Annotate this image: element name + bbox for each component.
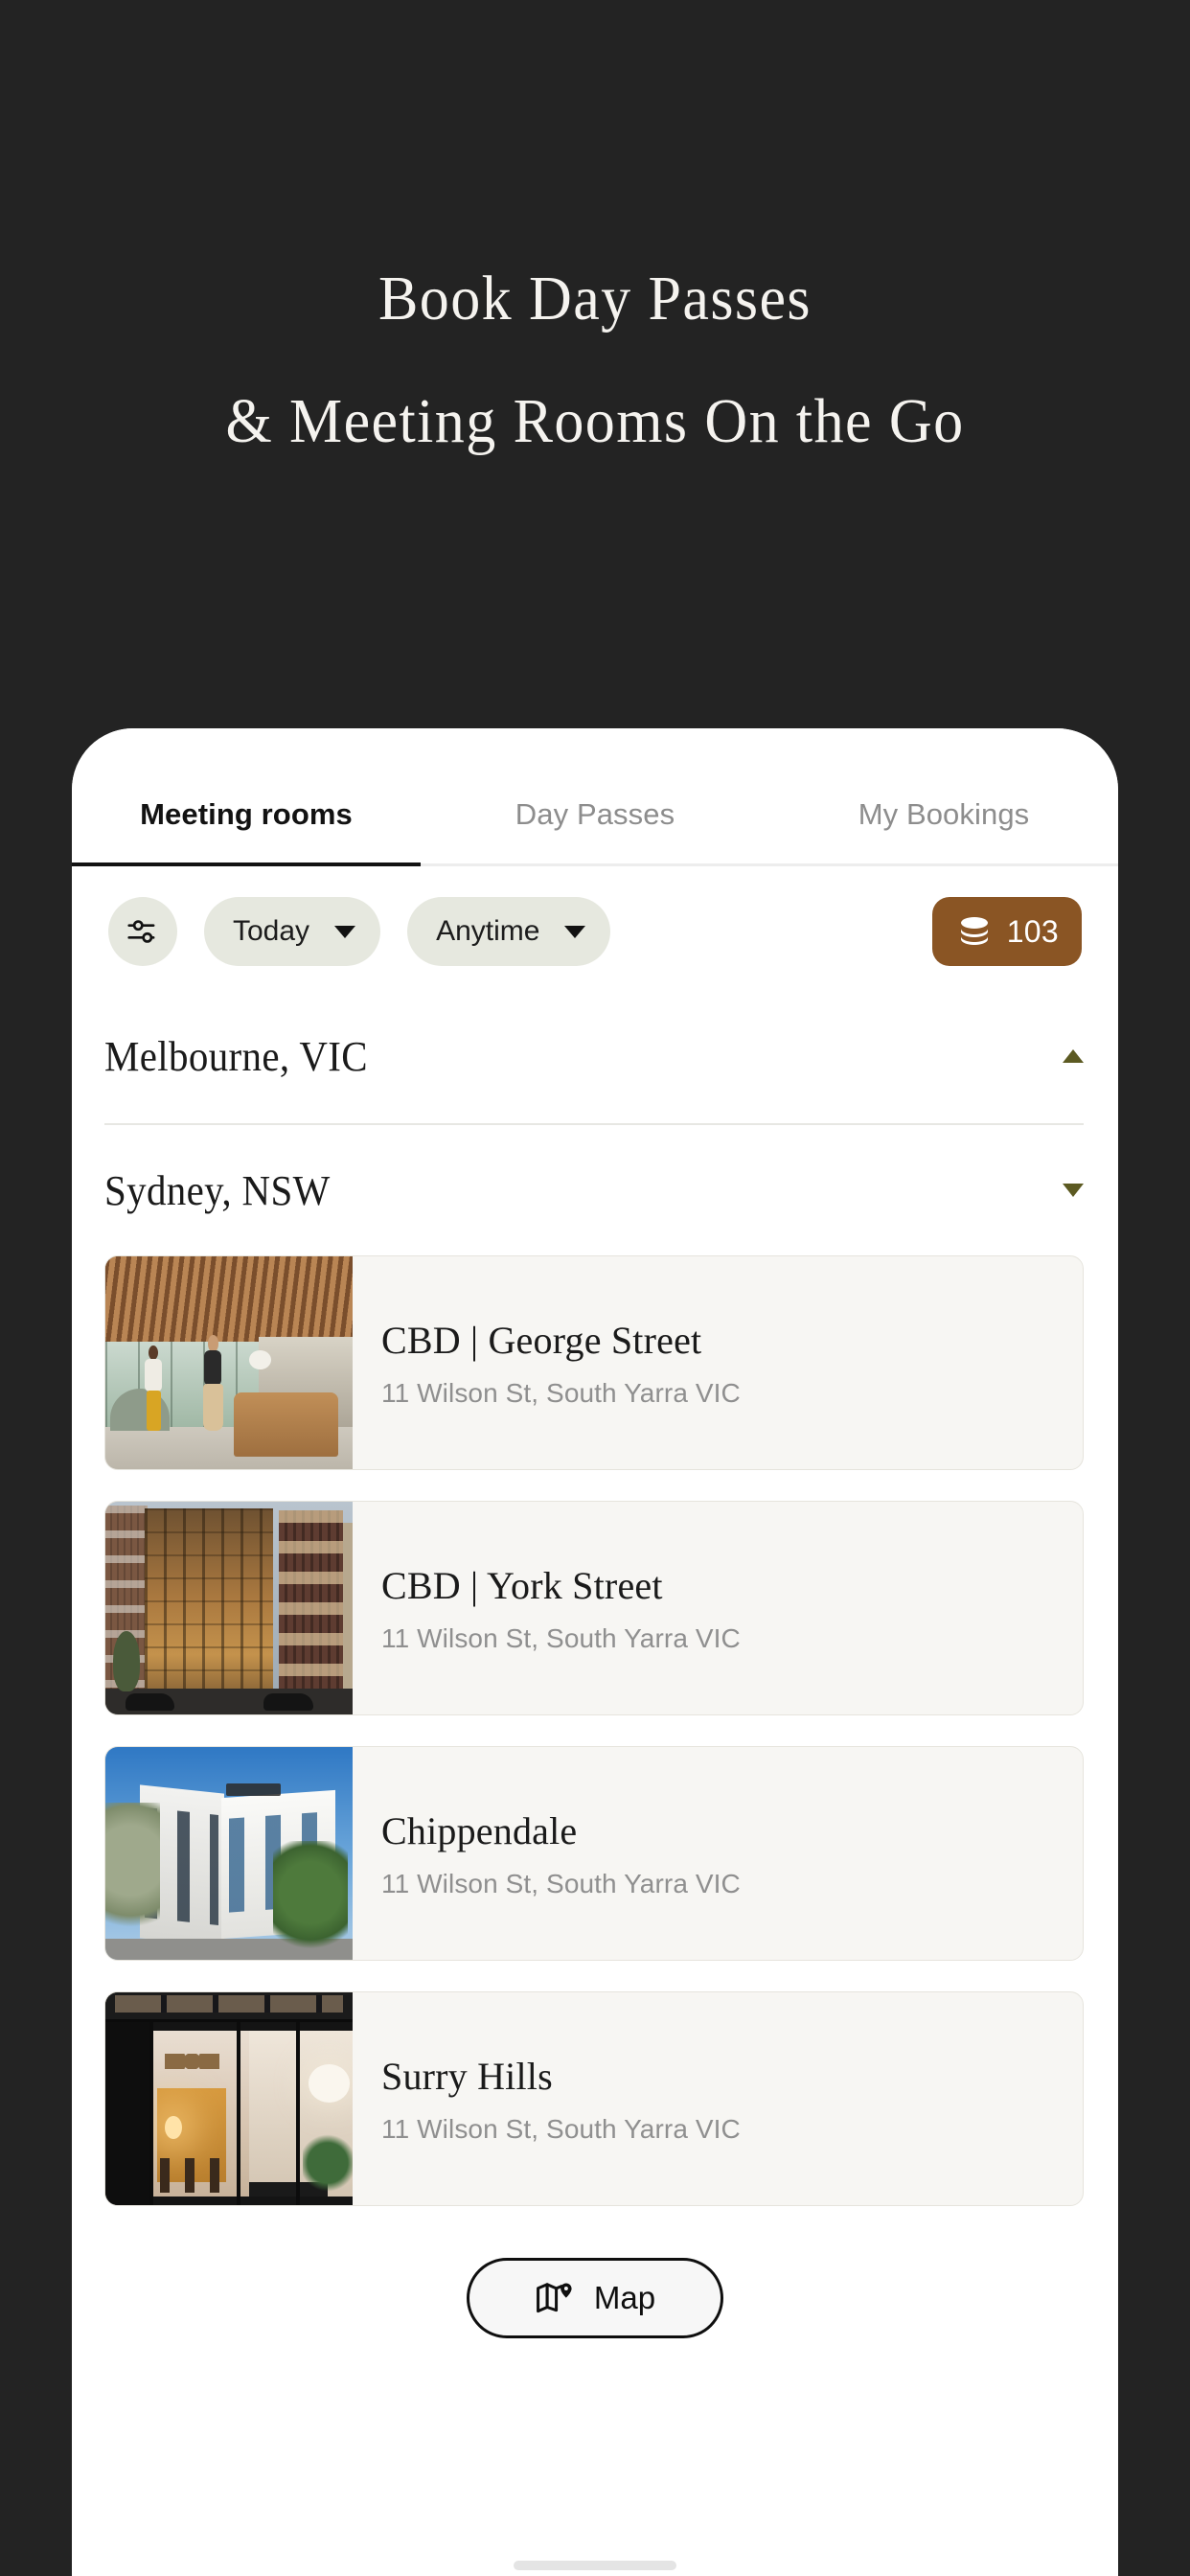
headline-line-1: Book Day Passes [378, 264, 812, 334]
page-title: Book Day Passes & Meeting Rooms On the G… [35, 238, 1154, 483]
tab-bar: Meeting rooms Day Passes My Bookings [72, 728, 1118, 866]
coins-stack-icon [960, 917, 988, 945]
location-meta: CBD | York Street 11 Wilson St, South Ya… [353, 1502, 1083, 1714]
time-filter-label: Anytime [436, 915, 540, 947]
date-filter-label: Today [233, 915, 310, 947]
tab-label: My Bookings [858, 797, 1030, 831]
location-address: 11 Wilson St, South Yarra VIC [381, 1377, 741, 1408]
location-title: Surry Hills [381, 2054, 553, 2098]
chevron-down-icon [564, 925, 586, 938]
list-item[interactable]: Chippendale 11 Wilson St, South Yarra VI… [104, 1746, 1084, 1961]
city-name: Melbourne, VIC [104, 1032, 368, 1080]
white-corner-building-photo [105, 1747, 353, 1960]
coworking-lobby-photo [105, 1256, 353, 1469]
tab-label: Day Passes [515, 797, 675, 831]
night-storefront-photo [105, 1992, 353, 2205]
chevron-down-icon [334, 925, 356, 938]
headline-line-2: & Meeting Rooms On the Go [225, 386, 965, 456]
filter-button[interactable] [108, 897, 177, 966]
phone-mockup: Meeting rooms Day Passes My Bookings Tod… [72, 728, 1118, 2576]
map-button[interactable]: Map [467, 2258, 723, 2338]
chevron-down-icon[interactable] [1063, 1184, 1084, 1197]
date-filter-chip[interactable]: Today [204, 897, 381, 966]
location-title: CBD | George Street [381, 1318, 702, 1362]
sliders-icon [127, 920, 155, 943]
location-meta: Surry Hills 11 Wilson St, South Yarra VI… [353, 1992, 1083, 2205]
home-indicator [514, 2561, 676, 2570]
list-item[interactable]: CBD | York Street 11 Wilson St, South Ya… [104, 1501, 1084, 1715]
location-meta: Chippendale 11 Wilson St, South Yarra VI… [353, 1747, 1083, 1960]
promo-screenshot: Book Day Passes & Meeting Rooms On the G… [0, 0, 1190, 2576]
map-button-row: Map [72, 2258, 1118, 2338]
location-address: 11 Wilson St, South Yarra VIC [381, 1868, 741, 1898]
tab-label: Meeting rooms [140, 797, 353, 831]
location-title: Chippendale [381, 1808, 578, 1852]
location-list: CBD | George Street 11 Wilson St, South … [72, 1234, 1118, 2206]
list-item[interactable]: Surry Hills 11 Wilson St, South Yarra VI… [104, 1991, 1084, 2206]
location-address: 11 Wilson St, South Yarra VIC [381, 2113, 741, 2144]
tab-my-bookings[interactable]: My Bookings [769, 797, 1118, 866]
tab-meeting-rooms[interactable]: Meeting rooms [72, 797, 421, 866]
city-section-sydney[interactable]: Sydney, NSW [72, 1146, 1118, 1234]
list-item[interactable]: CBD | George Street 11 Wilson St, South … [104, 1255, 1084, 1470]
tab-day-passes[interactable]: Day Passes [421, 797, 769, 866]
location-address: 11 Wilson St, South Yarra VIC [381, 1622, 741, 1653]
map-button-label: Map [593, 2280, 656, 2315]
map-pin-icon [536, 2283, 572, 2313]
credits-badge[interactable]: 103 [931, 897, 1082, 966]
chevron-up-icon[interactable] [1063, 1049, 1084, 1063]
time-filter-chip[interactable]: Anytime [407, 897, 611, 966]
city-section-melbourne[interactable]: Melbourne, VIC [72, 1012, 1118, 1100]
credits-value: 103 [1006, 913, 1059, 949]
location-meta: CBD | George Street 11 Wilson St, South … [353, 1256, 1083, 1469]
location-title: CBD | York Street [381, 1563, 663, 1607]
city-divider [104, 1123, 1084, 1125]
bronze-glass-building-photo [105, 1502, 353, 1714]
filter-bar: Today Anytime 103 [72, 866, 1118, 991]
city-name: Sydney, NSW [104, 1166, 331, 1214]
